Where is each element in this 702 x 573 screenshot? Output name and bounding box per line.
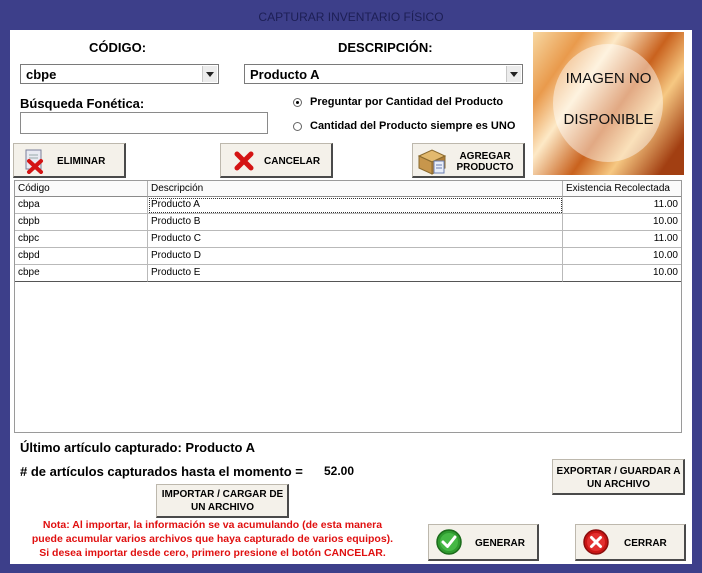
image-text-line1: IMAGEN NO (565, 70, 652, 87)
image-text-line2: DISPONIBLE (563, 111, 654, 128)
check-circle-icon (436, 529, 462, 555)
note-line-3: Si desea importar desde cero, primero pr… (39, 547, 386, 559)
cell-codigo: cbpc (15, 231, 148, 248)
table-row[interactable]: cbpd Producto D 10.00 (15, 248, 681, 265)
eliminar-button[interactable]: ELIMINAR (13, 143, 126, 178)
generar-label: GENERAR (475, 538, 526, 549)
delete-document-icon (25, 149, 43, 174)
importar-label-1: IMPORTAR / CARGAR DE (161, 489, 284, 500)
importar-button[interactable]: IMPORTAR / CARGAR DE UN ARCHIVO (156, 484, 289, 518)
codigo-label: CÓDIGO: (89, 40, 147, 55)
agregar-label-1: AGREGAR (459, 151, 511, 162)
option-preguntar-label: Preguntar por Cantidad del Producto (310, 96, 504, 108)
radio-preguntar[interactable] (293, 98, 302, 107)
importar-label-2: UN ARCHIVO (191, 502, 254, 513)
form-client-area: CÓDIGO: cbpe DESCRIPCIÓN: Producto A Bús… (10, 30, 692, 564)
agregar-producto-button[interactable]: AGREGAR PRODUCTO (412, 143, 525, 178)
window-frame: CAPTURAR INVENTARIO FÍSICO CÓDIGO: cbpe … (0, 0, 702, 573)
inventory-table[interactable]: Código Descripción Existencia Recolectad… (14, 180, 682, 433)
exportar-label-1: EXPORTAR / GUARDAR A (556, 466, 681, 477)
option-siempre-uno[interactable]: Cantidad del Producto siempre es UNO (293, 120, 533, 134)
cell-descripcion: Producto B (148, 214, 563, 231)
cell-descripcion: Producto C (148, 231, 563, 248)
cell-existencia: 10.00 (563, 214, 681, 231)
articulos-count-label: # de artículos capturados hasta el momen… (20, 464, 303, 479)
descripcion-value: Producto A (250, 67, 320, 82)
table-row[interactable]: cbpa Producto A 11.00 (15, 197, 681, 214)
table-row[interactable]: cbpc Producto C 11.00 (15, 231, 681, 248)
articulos-count-value: 52.00 (324, 464, 355, 478)
ultimo-articulo: Último artículo capturado: Producto A (20, 440, 255, 455)
option-preguntar[interactable]: Preguntar por Cantidad del Producto (293, 96, 533, 110)
eliminar-label: ELIMINAR (57, 156, 106, 167)
cell-codigo: cbpd (15, 248, 148, 265)
descripcion-combobox[interactable]: Producto A (244, 64, 523, 84)
ultimo-value: Producto A (185, 440, 255, 455)
add-product-box-icon (417, 149, 447, 175)
cell-codigo: cbpb (15, 214, 148, 231)
col-header-existencia[interactable]: Existencia Recolectada (563, 181, 681, 197)
busqueda-input[interactable] (20, 112, 268, 134)
window-title: CAPTURAR INVENTARIO FÍSICO (258, 10, 444, 24)
note-line-1: Nota: Al importar, la información se va … (42, 519, 383, 531)
exportar-button[interactable]: EXPORTAR / GUARDAR A UN ARCHIVO (552, 459, 685, 495)
cell-codigo: cbpe (15, 265, 148, 282)
cancelar-button[interactable]: CANCELAR (220, 143, 333, 178)
descripcion-label: DESCRIPCIÓN: (338, 40, 433, 55)
cancelar-label: CANCELAR (264, 156, 321, 167)
cell-descripcion: Producto A (148, 197, 563, 214)
codigo-combobox[interactable]: cbpe (20, 64, 219, 84)
cell-codigo: cbpa (15, 197, 148, 214)
chevron-down-icon[interactable] (202, 66, 217, 82)
product-image: IMAGEN NO DISPONIBLE (533, 32, 684, 175)
cerrar-button[interactable]: CERRAR (575, 524, 686, 561)
ultimo-label: Último artículo capturado: (20, 440, 182, 455)
generar-button[interactable]: GENERAR (428, 524, 539, 561)
table-row[interactable]: cbpb Producto B 10.00 (15, 214, 681, 231)
option-siempre-uno-label: Cantidad del Producto siempre es UNO (310, 120, 516, 132)
col-header-codigo[interactable]: Código (15, 181, 148, 197)
cancel-x-icon (234, 151, 254, 171)
image-glow (553, 44, 663, 162)
cell-existencia: 11.00 (563, 231, 681, 248)
chevron-down-icon[interactable] (506, 66, 521, 82)
close-circle-icon (583, 529, 609, 555)
note-line-2: puede acumular varios archivos que haya … (31, 533, 394, 545)
cell-descripcion: Producto E (148, 265, 563, 282)
cerrar-label: CERRAR (624, 538, 667, 549)
exportar-label-2: UN ARCHIVO (587, 479, 650, 490)
cell-existencia: 11.00 (563, 197, 681, 214)
codigo-value: cbpe (26, 67, 57, 82)
cell-existencia: 10.00 (563, 265, 681, 282)
agregar-label-2: PRODUCTO (456, 162, 514, 173)
radio-siempre-uno[interactable] (293, 122, 302, 131)
col-header-descripcion[interactable]: Descripción (148, 181, 563, 197)
table-row[interactable]: cbpe Producto E 10.00 (15, 265, 681, 282)
cell-descripcion: Producto D (148, 248, 563, 265)
cell-existencia: 10.00 (563, 248, 681, 265)
busqueda-label: Búsqueda Fonética: (20, 96, 145, 111)
